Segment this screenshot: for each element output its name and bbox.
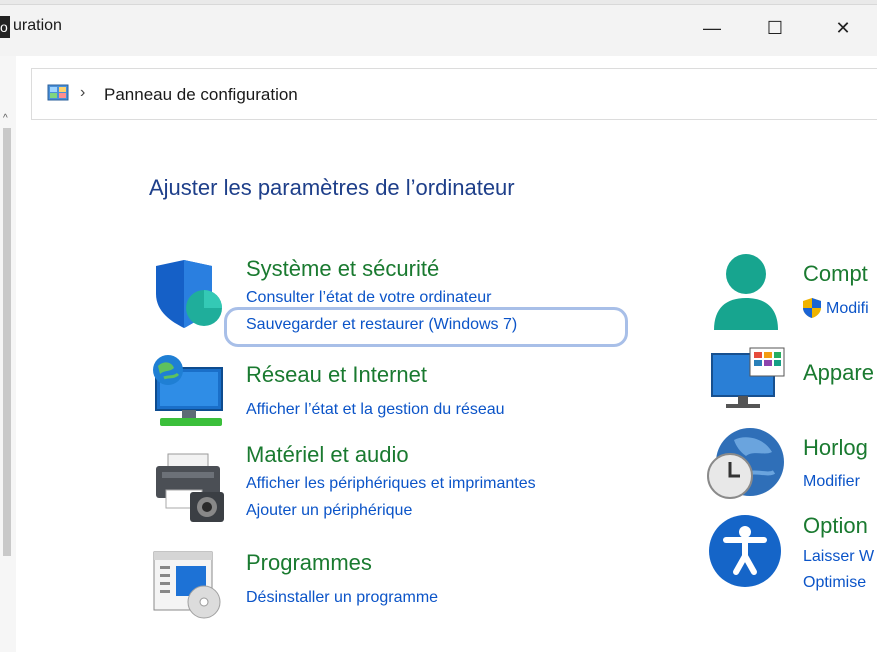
shield-icon [156, 260, 222, 328]
close-button[interactable]: ✕ [820, 12, 866, 44]
link-network-status[interactable]: Afficher l’état et la gestion du réseau [246, 401, 505, 419]
programs-icon [153, 551, 221, 619]
address-bar[interactable]: › Panneau de configuration [31, 68, 877, 120]
title-bar: o uration — ☐ ✕ [0, 0, 877, 56]
minimize-button[interactable]: — [689, 12, 735, 44]
link-modify-clock[interactable]: Modifier [803, 473, 860, 491]
app-icon: o [0, 16, 10, 38]
link-optimize[interactable]: Optimise [803, 574, 866, 592]
category-system-security[interactable]: Système et sécurité [246, 256, 439, 282]
category-user-accounts[interactable]: Compt [803, 261, 868, 287]
top-strip [0, 0, 877, 5]
maximize-icon: ☐ [766, 17, 784, 38]
category-hardware-sound[interactable]: Matériel et audio [246, 442, 409, 468]
user-accounts-icon [714, 254, 778, 330]
link-view-computer-status[interactable]: Consulter l’état de votre ordinateur [246, 289, 491, 307]
scrollbar[interactable]: ^ [0, 56, 16, 652]
control-panel-icon [47, 84, 69, 101]
category-network-internet[interactable]: Réseau et Internet [246, 362, 427, 388]
scroll-up-icon[interactable]: ^ [3, 113, 8, 124]
window-title: uration [13, 17, 62, 34]
link-uninstall-program[interactable]: Désinstaller un programme [246, 589, 438, 607]
accessibility-icon [709, 515, 781, 587]
uac-shield-icon [803, 298, 821, 318]
breadcrumb-separator: › [80, 84, 86, 101]
link-add-device[interactable]: Ajouter un périphérique [246, 502, 412, 520]
breadcrumb-control-panel[interactable]: Panneau de configuration [104, 85, 298, 105]
maximize-button[interactable]: ☐ [752, 12, 798, 44]
category-accessibility[interactable]: Option [803, 513, 868, 539]
clock-globe-icon [707, 428, 784, 499]
appearance-monitor-icon [711, 347, 785, 408]
network-globe-icon [153, 355, 223, 426]
category-programs[interactable]: Programmes [246, 550, 372, 576]
printer-icon [156, 453, 224, 522]
link-backup-restore[interactable]: Sauvegarder et restaurer (Windows 7) [246, 316, 517, 334]
link-let-windows[interactable]: Laisser W [803, 548, 874, 566]
scroll-thumb[interactable] [3, 128, 11, 556]
minimize-icon: — [703, 17, 721, 38]
page-title: Ajuster les paramètres de l’ordinateur [149, 175, 515, 200]
link-devices-printers[interactable]: Afficher les périphériques et imprimante… [246, 475, 536, 493]
link-modify-account[interactable]: Modifi [826, 300, 869, 318]
category-clock-region[interactable]: Horlog [803, 435, 868, 461]
category-appearance[interactable]: Appare [803, 360, 874, 386]
close-icon: ✕ [835, 17, 851, 38]
